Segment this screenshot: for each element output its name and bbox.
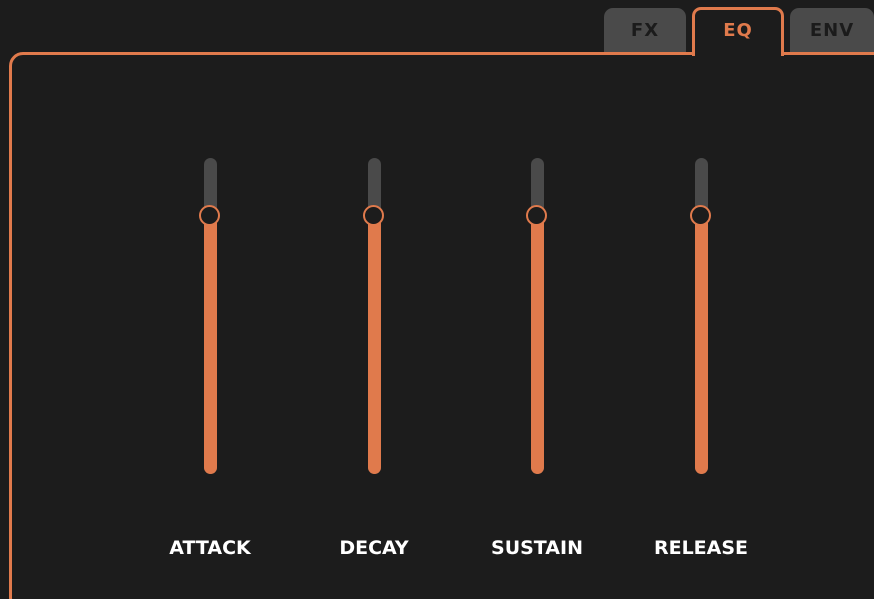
slider-attack[interactable] — [199, 158, 220, 474]
tab-fx-label: FX — [630, 20, 660, 41]
slider-decay[interactable] — [363, 158, 384, 474]
slider-knob[interactable] — [199, 205, 220, 226]
slider-label-release: RELEASE — [653, 537, 749, 559]
slider-knob[interactable] — [363, 205, 384, 226]
envelope-panel — [9, 52, 874, 599]
tab-eq[interactable]: EQ — [692, 7, 784, 56]
tab-env[interactable]: ENV — [790, 8, 874, 54]
tab-env-label: ENV — [809, 20, 855, 41]
slider-fill — [531, 215, 544, 474]
slider-release[interactable] — [690, 158, 711, 474]
slider-fill — [695, 215, 708, 474]
slider-knob[interactable] — [690, 205, 711, 226]
slider-fill — [368, 215, 381, 474]
slider-label-sustain: SUSTAIN — [491, 537, 583, 559]
active-tab-connector — [695, 50, 781, 58]
slider-sustain[interactable] — [526, 158, 547, 474]
tab-fx[interactable]: FX — [604, 8, 686, 54]
synth-panel-window: FX EQ ENV ATTACK DECAY SUSTAIN RELEASE — [0, 0, 874, 599]
slider-label-attack: ATTACK — [169, 537, 251, 559]
tab-eq-label: EQ — [723, 20, 753, 41]
slider-label-decay: DECAY — [339, 537, 409, 559]
slider-fill — [204, 215, 217, 474]
slider-knob[interactable] — [526, 205, 547, 226]
